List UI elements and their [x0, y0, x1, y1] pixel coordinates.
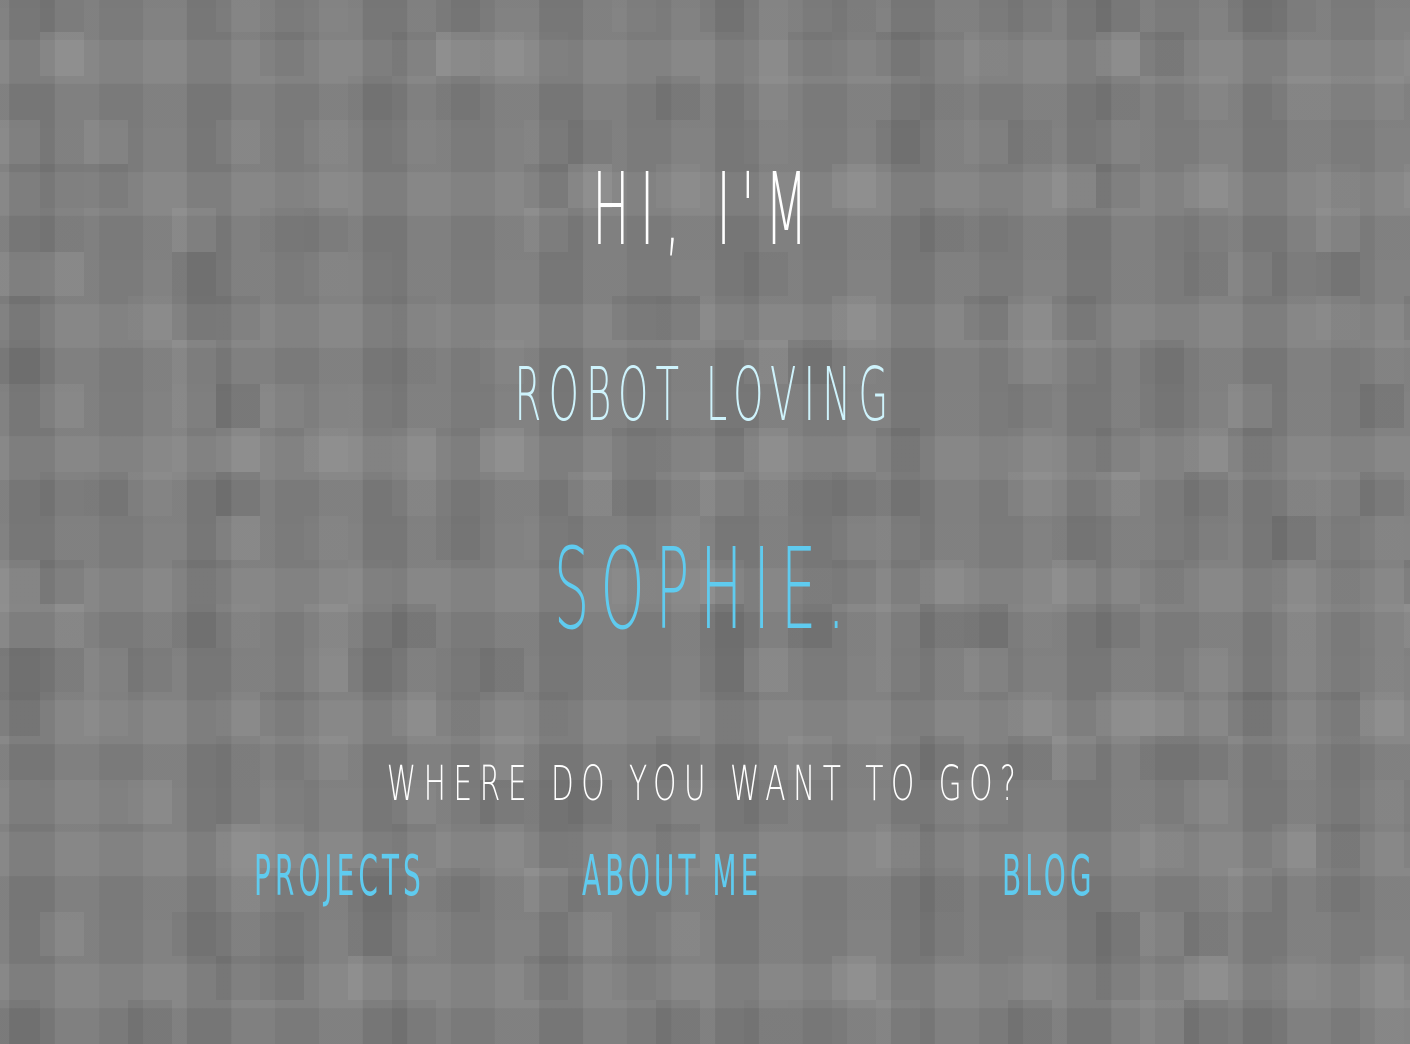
name-heading: SOPHIE.: [553, 525, 857, 655]
nav-link-blog[interactable]: BLOG: [1002, 832, 1096, 922]
greeting-heading: HI, I'M: [592, 151, 818, 268]
nav-link-about-me[interactable]: ABOUT ME: [582, 832, 762, 922]
navigation-prompt: WHERE DO YOU WANT TO GO?: [386, 756, 1024, 812]
nav-link-projects[interactable]: PROJECTS: [254, 832, 425, 922]
descriptor-heading: ROBOT LOVING: [514, 352, 896, 438]
